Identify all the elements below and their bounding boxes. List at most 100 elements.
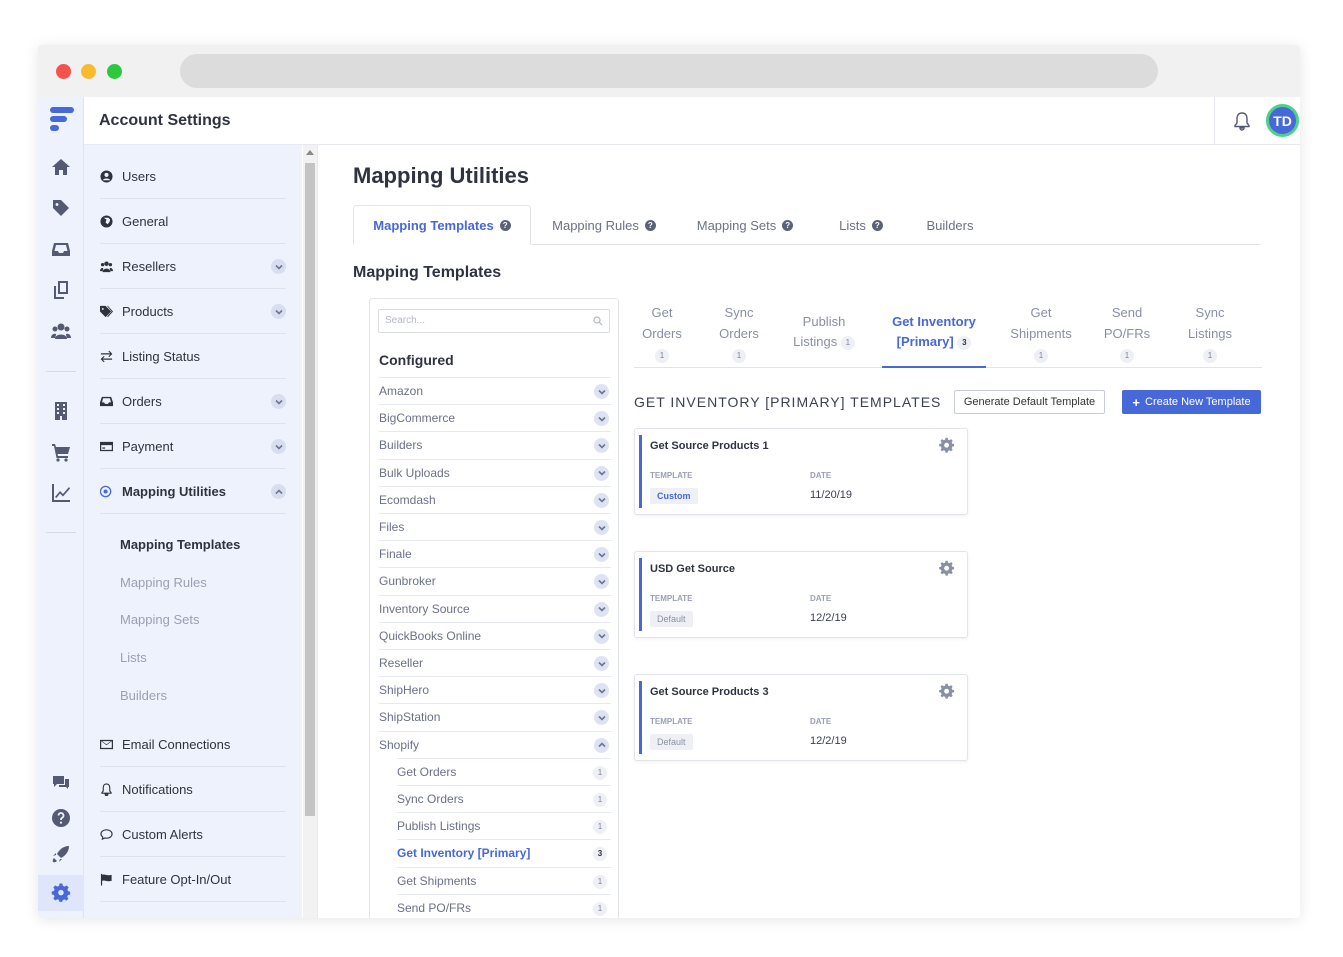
help-icon[interactable] xyxy=(49,806,73,830)
list-item[interactable]: BigCommerce xyxy=(379,404,611,431)
template-card[interactable]: Get Source Products 1 TEMPLATE DATE Custom 1… xyxy=(634,428,968,515)
sidebar-item-products[interactable]: Products xyxy=(100,289,286,334)
cart-icon[interactable] xyxy=(49,440,73,464)
generate-default-template-button[interactable]: Generate Default Template xyxy=(954,390,1105,414)
search-input[interactable]: Search... xyxy=(378,309,610,333)
sidebar-sub-builders[interactable]: Builders xyxy=(120,688,167,703)
gear-icon[interactable] xyxy=(939,560,955,576)
list-sub-item[interactable]: Publish Listings 1 xyxy=(397,812,611,839)
optab-send-po-frs[interactable]: Send PO/FRs 1 xyxy=(1094,302,1160,368)
chevron-down-icon[interactable] xyxy=(594,683,609,699)
chevron-down-icon[interactable] xyxy=(594,465,609,481)
help-icon[interactable]: ? xyxy=(499,219,511,231)
logo-icon[interactable] xyxy=(48,105,76,135)
tab-mapping-templates[interactable]: Mapping Templates? xyxy=(353,205,531,245)
inbox-icon[interactable] xyxy=(49,237,73,261)
chevron-down-icon[interactable] xyxy=(594,710,609,726)
sidebar-item-listing-status[interactable]: Listing Status xyxy=(100,334,286,379)
notifications-bell-icon[interactable] xyxy=(1232,111,1252,131)
sidebar-item-users[interactable]: Users xyxy=(100,154,286,199)
chevron-down-icon[interactable] xyxy=(594,547,609,563)
minimize-window-button[interactable] xyxy=(81,64,96,79)
template-card[interactable]: USD Get Source TEMPLATE DATE Default 12/2/19 xyxy=(634,551,968,638)
chevron-down-icon[interactable] xyxy=(594,656,609,671)
list-item[interactable]: ShipStation xyxy=(379,703,611,730)
chevron-down-icon[interactable] xyxy=(594,411,609,427)
tab-builders[interactable]: Builders xyxy=(909,205,991,245)
chevron-down-icon[interactable] xyxy=(594,438,609,454)
maximize-window-button[interactable] xyxy=(107,64,122,79)
sidebar-sub-mapping-rules[interactable]: Mapping Rules xyxy=(120,575,207,590)
list-item[interactable]: QuickBooks Online xyxy=(379,621,611,649)
address-bar[interactable] xyxy=(180,54,1158,88)
chat-icon[interactable] xyxy=(49,771,73,795)
sidebar-item-email-connections[interactable]: Email Connections xyxy=(100,722,286,767)
template-card[interactable]: Get Source Products 3 TEMPLATE DATE Default… xyxy=(634,674,968,761)
chevron-up-icon[interactable] xyxy=(271,484,286,499)
chevron-down-icon[interactable] xyxy=(271,259,286,274)
optab-sync-listings[interactable]: Sync Listings 1 xyxy=(1178,302,1242,368)
users-icon[interactable] xyxy=(49,319,73,343)
chevron-down-icon[interactable] xyxy=(594,492,609,508)
chevron-down-icon[interactable] xyxy=(594,384,609,399)
chart-line-icon[interactable] xyxy=(49,481,73,505)
optab-get-inventory-primary[interactable]: Get Inventory [Primary] 3 xyxy=(882,302,986,368)
sidebar-scrollbar[interactable] xyxy=(303,145,317,918)
list-item[interactable]: Bulk Uploads xyxy=(379,458,611,486)
tab-mapping-sets[interactable]: Mapping Sets? xyxy=(677,205,813,245)
list-sub-item[interactable]: Get Inventory [Primary] 3 xyxy=(397,839,611,866)
list-item[interactable]: Amazon xyxy=(379,377,611,404)
chevron-down-icon[interactable] xyxy=(271,304,286,319)
tag-icon[interactable] xyxy=(49,196,73,220)
close-window-button[interactable] xyxy=(56,64,71,79)
list-sub-item[interactable]: Sync Orders 1 xyxy=(397,785,611,812)
sidebar-item-feature-opt-in-out[interactable]: Feature Opt-In/Out xyxy=(100,857,286,902)
copy-icon[interactable] xyxy=(49,278,73,302)
chevron-up-icon[interactable] xyxy=(594,737,609,753)
create-new-template-button[interactable]: + Create New Template xyxy=(1122,390,1261,414)
sidebar-item-general[interactable]: General xyxy=(100,199,286,244)
tab-mapping-rules[interactable]: Mapping Rules? xyxy=(531,205,677,245)
home-icon[interactable] xyxy=(49,155,73,179)
list-sub-item[interactable]: Get Orders 1 xyxy=(397,757,611,785)
scrollbar-thumb[interactable] xyxy=(305,163,315,816)
optab-sync-orders[interactable]: Sync Orders 1 xyxy=(708,302,770,368)
sidebar-item-orders[interactable]: Orders xyxy=(100,379,286,424)
chevron-down-icon[interactable] xyxy=(594,574,609,590)
chevron-down-icon[interactable] xyxy=(594,601,609,617)
list-item[interactable]: Shopify xyxy=(379,730,611,758)
chevron-down-icon[interactable] xyxy=(594,628,609,644)
help-icon[interactable]: ? xyxy=(782,219,794,231)
chevron-down-icon[interactable] xyxy=(594,520,609,535)
optab-get-shipments[interactable]: Get Shipments 1 xyxy=(1002,302,1080,368)
sidebar-sub-mapping-sets[interactable]: Mapping Sets xyxy=(120,612,200,627)
gear-icon[interactable] xyxy=(49,881,73,905)
optab-get-orders[interactable]: Get Orders 1 xyxy=(634,302,690,368)
tab-lists[interactable]: Lists? xyxy=(813,205,909,245)
sidebar-item-mapping-utilities[interactable]: Mapping Utilities xyxy=(100,469,286,514)
list-item[interactable]: Ecomdash xyxy=(379,485,611,513)
list-item[interactable]: Reseller xyxy=(379,649,611,676)
list-item[interactable]: Gunbroker xyxy=(379,567,611,594)
chevron-down-icon[interactable] xyxy=(271,439,286,454)
scroll-up-arrow-icon[interactable] xyxy=(306,150,314,155)
list-item[interactable]: Builders xyxy=(379,431,611,458)
building-icon[interactable] xyxy=(49,399,73,423)
gear-icon[interactable] xyxy=(939,437,955,453)
sidebar-item-custom-alerts[interactable]: Custom Alerts xyxy=(100,812,286,857)
list-sub-item[interactable]: Send PO/FRs 1 xyxy=(397,893,611,918)
optab-publish-listings[interactable]: Publish Listings 1 xyxy=(784,302,864,368)
sidebar-sub-mapping-templates[interactable]: Mapping Templates xyxy=(120,537,240,552)
chevron-down-icon[interactable] xyxy=(271,394,286,409)
list-sub-item[interactable]: Get Shipments 1 xyxy=(397,866,611,894)
sidebar-sub-lists[interactable]: Lists xyxy=(120,650,147,665)
gear-icon[interactable] xyxy=(939,683,955,699)
list-item[interactable]: ShipHero xyxy=(379,676,611,703)
sidebar-item-payment[interactable]: Payment xyxy=(100,424,286,469)
avatar[interactable]: TD xyxy=(1266,104,1299,137)
sidebar-item-resellers[interactable]: Resellers xyxy=(100,244,286,289)
help-icon[interactable]: ? xyxy=(644,219,656,231)
rocket-icon[interactable] xyxy=(49,842,73,866)
sidebar-item-notifications[interactable]: Notifications xyxy=(100,767,286,812)
help-icon[interactable]: ? xyxy=(871,219,883,231)
